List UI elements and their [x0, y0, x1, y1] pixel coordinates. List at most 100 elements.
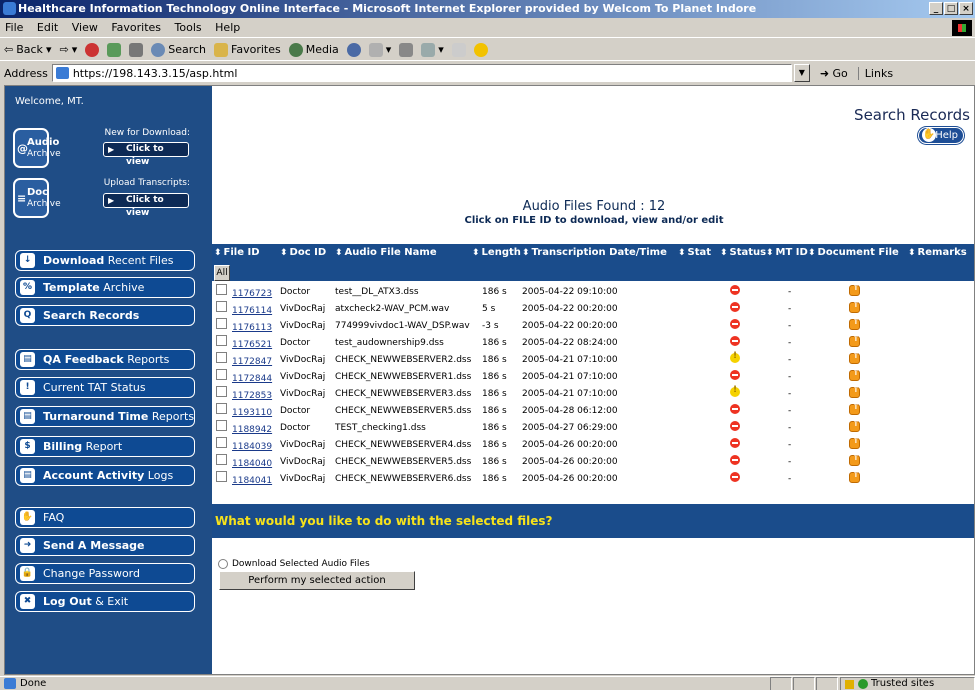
status-warning-icon — [730, 351, 740, 363]
stop-button[interactable] — [85, 42, 100, 57]
col-document-file[interactable]: Document File — [808, 247, 899, 258]
nav-turnaround-time-reports[interactable]: ▤ Turnaround Time Reports — [15, 406, 195, 427]
file-id-link[interactable]: 1184041 — [232, 476, 272, 486]
row-checkbox[interactable] — [216, 386, 227, 397]
nav-qa-feedback-reports[interactable]: ▤ QA Feedback Reports — [15, 349, 195, 370]
close-button[interactable]: × — [959, 2, 973, 15]
status-stop-icon — [730, 421, 740, 431]
messenger-button[interactable] — [473, 42, 488, 57]
alert-icon: ! — [20, 380, 35, 395]
select-all-button[interactable]: All — [214, 265, 230, 281]
document-upload-icon[interactable] — [849, 351, 860, 364]
document-upload-icon[interactable] — [849, 402, 860, 415]
row-checkbox[interactable] — [216, 471, 227, 482]
nav-send-a-message[interactable]: ➜ Send A Message — [15, 535, 195, 556]
print-button[interactable] — [399, 42, 414, 57]
document-upload-icon[interactable] — [849, 317, 860, 330]
document-upload-icon[interactable] — [849, 334, 860, 347]
forward-button[interactable]: ⇨ ▾ — [59, 43, 77, 56]
menu-view[interactable]: View — [67, 18, 103, 37]
favorites-button[interactable]: Favorites — [214, 42, 281, 57]
document-upload-icon[interactable] — [849, 300, 860, 313]
row-checkbox[interactable] — [216, 403, 227, 414]
row-checkbox[interactable] — [216, 301, 227, 312]
col-length[interactable]: Length — [472, 247, 521, 258]
table-row: 1172847 VivDocRaj CHECK_NEWWEBSERVER2.dss 1… — [212, 349, 974, 367]
doc-id-cell: VivDocRaj — [280, 304, 326, 314]
document-upload-icon[interactable] — [849, 385, 860, 398]
row-checkbox[interactable] — [216, 318, 227, 329]
table-row: 1176114 VivDocRaj atxcheck2-WAV_PCM.wav 5 s… — [212, 298, 974, 316]
mail-button[interactable]: ▾ — [368, 42, 391, 57]
col-status[interactable]: Status — [720, 247, 767, 258]
document-upload-icon[interactable] — [849, 436, 860, 449]
report-icon: ▤ — [20, 352, 35, 367]
nav-template-archive[interactable]: % Template Archive — [15, 277, 195, 298]
col-stat[interactable]: Stat — [678, 247, 712, 258]
col-audio-file-name[interactable]: Audio File Name — [335, 247, 437, 258]
search-button[interactable]: Search — [151, 42, 206, 57]
maximize-button[interactable]: □ — [944, 2, 958, 15]
address-input[interactable]: https://198.143.3.15/asp.html — [51, 64, 792, 82]
col-file-id[interactable]: File ID — [214, 247, 260, 258]
row-checkbox[interactable] — [216, 369, 227, 380]
home-button[interactable] — [129, 42, 144, 57]
col-transcription-date[interactable]: Transcription Date/Time — [522, 247, 667, 258]
menu-edit[interactable]: Edit — [32, 18, 63, 37]
nav-current-tat-status[interactable]: ! Current TAT Status — [15, 377, 195, 398]
row-checkbox[interactable] — [216, 352, 227, 363]
help-button[interactable]: Help — [918, 127, 964, 144]
col-remarks[interactable]: Remarks — [908, 247, 967, 258]
doc-archive-button[interactable]: ≡ Doc Archive — [13, 178, 61, 218]
col-doc-id[interactable]: Doc ID — [280, 247, 327, 258]
history-button[interactable] — [346, 42, 361, 57]
download-selected-radio[interactable]: Download Selected Audio Files — [218, 559, 370, 569]
document-upload-icon[interactable] — [849, 453, 860, 466]
go-button[interactable]: ➜ Go — [820, 67, 848, 80]
nav-log-out-exit[interactable]: ✖ Log Out & Exit — [15, 591, 195, 612]
perform-action-button[interactable]: Perform my selected action — [219, 571, 415, 590]
back-button[interactable]: ⇦ Back ▾ — [4, 43, 51, 56]
send-icon: ➜ — [20, 538, 35, 553]
messenger-icon — [473, 42, 488, 57]
audio-file-name-cell: CHECK_NEWWEBSERVER2.dss — [335, 355, 472, 365]
row-checkbox[interactable] — [216, 335, 227, 346]
menu-help[interactable]: Help — [210, 18, 245, 37]
nav-account-activity-logs[interactable]: ▤ Account Activity Logs — [15, 465, 195, 486]
menu-favorites[interactable]: Favorites — [106, 18, 166, 37]
report-icon: ▤ — [20, 409, 35, 424]
document-upload-icon[interactable] — [849, 419, 860, 432]
edit-button[interactable]: ▾ — [421, 42, 444, 57]
row-checkbox[interactable] — [216, 420, 227, 431]
nav-billing-report[interactable]: $ Billing Report — [15, 436, 195, 457]
lock-icon — [845, 680, 854, 689]
page-icon — [4, 678, 16, 689]
radio-button[interactable] — [218, 559, 228, 569]
refresh-button[interactable] — [107, 42, 122, 57]
document-upload-icon[interactable] — [849, 470, 860, 483]
nav-download-recent-files[interactable]: ↓ Download Recent Files — [15, 250, 195, 271]
audio-file-name-cell: CHECK_NEWWEBSERVER6.dss — [335, 474, 472, 484]
document-upload-icon[interactable] — [849, 283, 860, 296]
discuss-button[interactable] — [451, 42, 466, 57]
nav-faq[interactable]: ✋ FAQ — [15, 507, 195, 528]
nav-search-records[interactable]: Q Search Records — [15, 305, 195, 326]
row-checkbox[interactable] — [216, 454, 227, 465]
row-checkbox[interactable] — [216, 284, 227, 295]
row-checkbox[interactable] — [216, 437, 227, 448]
address-dropdown-button[interactable]: ▼ — [793, 64, 810, 82]
menu-tools[interactable]: Tools — [170, 18, 207, 37]
media-button[interactable]: Media — [288, 42, 339, 57]
doc-click-to-view-button[interactable]: Click to view — [103, 193, 189, 218]
history-icon — [346, 42, 361, 57]
length-cell: 186 s — [482, 423, 507, 433]
nav-change-password[interactable]: 🔒 Change Password — [15, 563, 195, 584]
date-cell: 2005-04-21 07:10:00 — [522, 389, 618, 399]
menu-file[interactable]: File — [0, 18, 28, 37]
col-mt-id[interactable]: MT ID — [766, 247, 808, 258]
links-button[interactable]: Links — [857, 66, 893, 80]
document-upload-icon[interactable] — [849, 368, 860, 381]
audio-archive-button[interactable]: @ Audio Archive — [13, 128, 61, 168]
minimize-button[interactable]: _ — [929, 2, 943, 15]
audio-click-to-view-button[interactable]: Click to view — [103, 142, 189, 167]
